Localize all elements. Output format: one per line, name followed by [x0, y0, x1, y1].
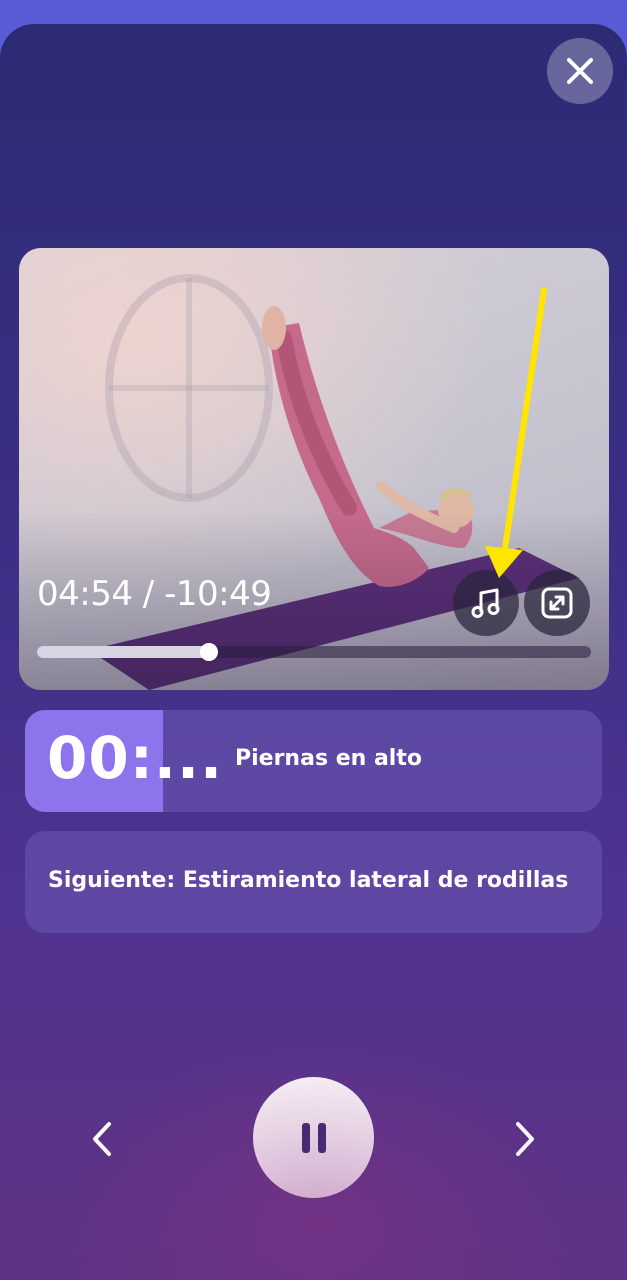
next-exercise-label: Siguiente: Estiramiento lateral de rodil… [48, 868, 569, 893]
remaining-time: -10:49 [164, 574, 272, 614]
current-exercise-card: 00:... Piernas en alto [25, 710, 602, 812]
video-time: 04:54 / -10:49 [37, 574, 272, 614]
previous-button[interactable] [72, 1104, 132, 1174]
video-progress-knob[interactable] [199, 643, 218, 661]
close-icon [567, 58, 593, 84]
time-separator: / [142, 574, 154, 614]
pause-icon [301, 1122, 326, 1153]
elapsed-time: 04:54 [37, 574, 133, 614]
video-progress-fill [37, 646, 209, 658]
next-exercise-card: Siguiente: Estiramiento lateral de rodil… [25, 831, 602, 933]
next-button[interactable] [495, 1104, 555, 1174]
video-progress-bar[interactable] [37, 643, 591, 661]
fullscreen-button[interactable] [524, 570, 590, 636]
expand-icon [541, 587, 573, 619]
pause-button[interactable] [253, 1077, 374, 1198]
exercise-timer: 00:... [47, 724, 224, 792]
exercise-name: Piernas en alto [235, 746, 422, 771]
workout-player-sheet: 04:54 / -10:49 00:... Piernas en alto Si… [0, 24, 627, 1280]
exercise-video[interactable]: 04:54 / -10:49 [19, 248, 609, 690]
music-note-icon [471, 588, 500, 618]
music-button[interactable] [453, 570, 519, 636]
close-button[interactable] [547, 38, 613, 104]
chevron-left-icon [93, 1122, 111, 1156]
chevron-right-icon [516, 1122, 534, 1156]
